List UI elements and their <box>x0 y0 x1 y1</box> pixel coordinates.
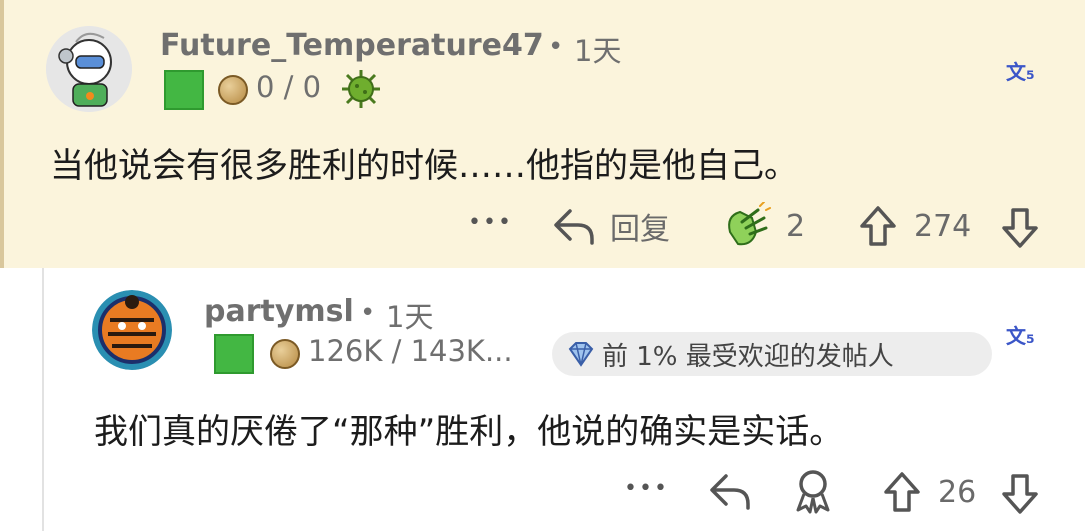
downvote-button[interactable] <box>1000 472 1040 516</box>
more-button[interactable]: ••• <box>468 210 513 235</box>
user-avatar[interactable] <box>92 290 172 370</box>
translate-icon[interactable]: 文₅ <box>1006 320 1035 349</box>
top-poster-badge: 前 1% 最受欢迎的发帖人 <box>552 332 992 376</box>
score: 274 <box>914 208 972 244</box>
green-flair-icon <box>164 70 204 110</box>
diamond-badge-icon <box>568 342 594 367</box>
thread-line[interactable] <box>42 268 44 531</box>
comment-body: 当他说会有很多胜利的时候……他指的是他自己。 <box>50 146 798 186</box>
upvote-icon <box>884 472 920 512</box>
separator-dot: • <box>548 32 564 62</box>
comment-time: 1天 <box>386 300 434 334</box>
reply-button[interactable]: 回复 <box>552 204 670 248</box>
avatar-tiger-icon <box>92 290 172 370</box>
award-button[interactable]: 2 <box>722 202 805 250</box>
username[interactable]: partymsl <box>204 294 354 329</box>
reply-arrow-icon <box>710 474 750 510</box>
score: 26 <box>938 474 977 510</box>
more-button[interactable]: ••• <box>624 476 669 501</box>
award-hands-icon <box>728 202 771 246</box>
cookie-icon <box>270 339 300 369</box>
more-icon: ••• <box>468 210 513 235</box>
upvote-button[interactable]: 26 <box>882 470 976 514</box>
translate-icon[interactable]: 文₅ <box>1006 56 1035 85</box>
award-icon <box>796 470 830 514</box>
virus-icon <box>340 68 382 114</box>
comment-body: 我们真的厌倦了“那种”胜利，他说的确实是实话。 <box>94 412 844 452</box>
award-button[interactable] <box>792 468 834 514</box>
comment-time: 1天 <box>574 34 622 68</box>
downvote-button[interactable] <box>1000 206 1040 250</box>
badge-text: 前 1% 最受欢迎的发帖人 <box>602 341 894 372</box>
green-flair-icon <box>214 334 254 374</box>
award-count: 2 <box>786 208 806 244</box>
upvote-icon <box>860 206 896 246</box>
avatar-astronaut-icon <box>46 26 132 112</box>
more-icon: ••• <box>624 476 669 501</box>
username[interactable]: Future_Temperature47 <box>160 28 544 63</box>
user-avatar[interactable] <box>46 26 132 112</box>
karma-count: 126K / 143K... <box>308 334 513 368</box>
reply-button[interactable] <box>708 470 752 512</box>
downvote-icon <box>1002 474 1038 514</box>
upvote-button[interactable]: 274 <box>858 204 971 248</box>
cookie-icon <box>218 75 248 105</box>
separator-dot: • <box>360 298 376 328</box>
downvote-icon <box>1002 208 1038 248</box>
reply-arrow-icon <box>554 209 594 245</box>
karma-count: 0 / 0 <box>256 70 322 104</box>
reply-label: 回复 <box>610 212 670 247</box>
